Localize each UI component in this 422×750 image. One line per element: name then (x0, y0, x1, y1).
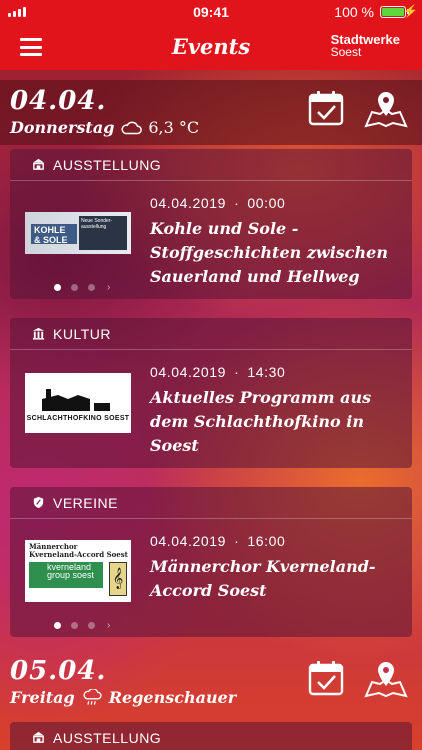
status-bar: 09:41 100 % ⚡ (0, 0, 422, 24)
day-header: 05.04. Freitag Regenschauer (0, 650, 422, 715)
chevron-right-icon: › (107, 620, 111, 631)
factory-icon (42, 388, 110, 411)
event-datetime: 04.04.2019 · 16:00 (150, 533, 286, 549)
day-header: 04.04. Donnerstag 6,3 °C (0, 80, 422, 145)
day-weather: Regenschauer (108, 688, 237, 707)
event-card[interactable]: VEREINE Männerchor Kverneland-Accord Soes… (10, 487, 412, 637)
map-location-icon[interactable] (364, 660, 408, 698)
event-card[interactable]: AUSSTELLUNG KOHLE & SOLE Neue Sonder-aus… (10, 149, 412, 299)
page-indicator[interactable]: › (54, 282, 110, 293)
treble-clef-icon: 𝄞 (109, 562, 127, 596)
calendar-icon[interactable] (308, 660, 344, 696)
day-weekday: Donnerstag (10, 118, 115, 137)
theater-icon (32, 327, 45, 340)
event-datetime: 04.04.2019 · 00:00 (150, 195, 286, 211)
charging-icon: ⚡ (403, 4, 418, 18)
page-indicator[interactable]: › (54, 620, 110, 631)
day-date: 05.04. (10, 656, 107, 686)
day-weekday: Freitag (10, 688, 75, 707)
day-weather: 6,3 °C (148, 118, 200, 137)
event-category: AUSSTELLUNG (53, 729, 162, 746)
event-title: Aktuelles Programm aus dem Schlachthofki… (150, 388, 372, 455)
event-title: Kohle und Sole - Stoffgeschichten zwisch… (150, 219, 388, 286)
battery-percent: 100 % (334, 4, 374, 20)
event-card[interactable]: KULTUR SCHLACHTHOFKINO SOEST 04.04.2019 ·… (10, 318, 412, 468)
nav-bar: Events Stadtwerke Soest (0, 24, 422, 70)
event-thumbnail[interactable]: Männerchor Kverneland-Accord Soest kverne… (25, 540, 131, 602)
event-title: Männerchor Kverneland-Accord Soest (150, 557, 376, 600)
rain-cloud-icon (83, 688, 102, 705)
chevron-right-icon: › (107, 282, 111, 293)
museum-icon (32, 731, 45, 743)
map-location-icon[interactable] (364, 90, 408, 128)
event-category: VEREINE (53, 494, 118, 511)
shield-icon (33, 496, 44, 509)
event-thumbnail[interactable]: KOHLE & SOLE Neue Sonder-ausstellung (25, 212, 131, 254)
brand-logo: Stadtwerke Soest (330, 32, 400, 59)
cloud-icon (121, 121, 143, 134)
event-datetime: 04.04.2019 · 14:30 (150, 364, 286, 380)
event-category: AUSSTELLUNG (53, 156, 162, 173)
museum-icon (32, 158, 45, 170)
event-category: KULTUR (53, 325, 111, 342)
event-thumbnail[interactable]: SCHLACHTHOFKINO SOEST (25, 373, 131, 433)
event-card[interactable]: AUSSTELLUNG (10, 722, 412, 750)
day-date: 04.04. (10, 86, 107, 116)
calendar-icon[interactable] (308, 90, 344, 126)
